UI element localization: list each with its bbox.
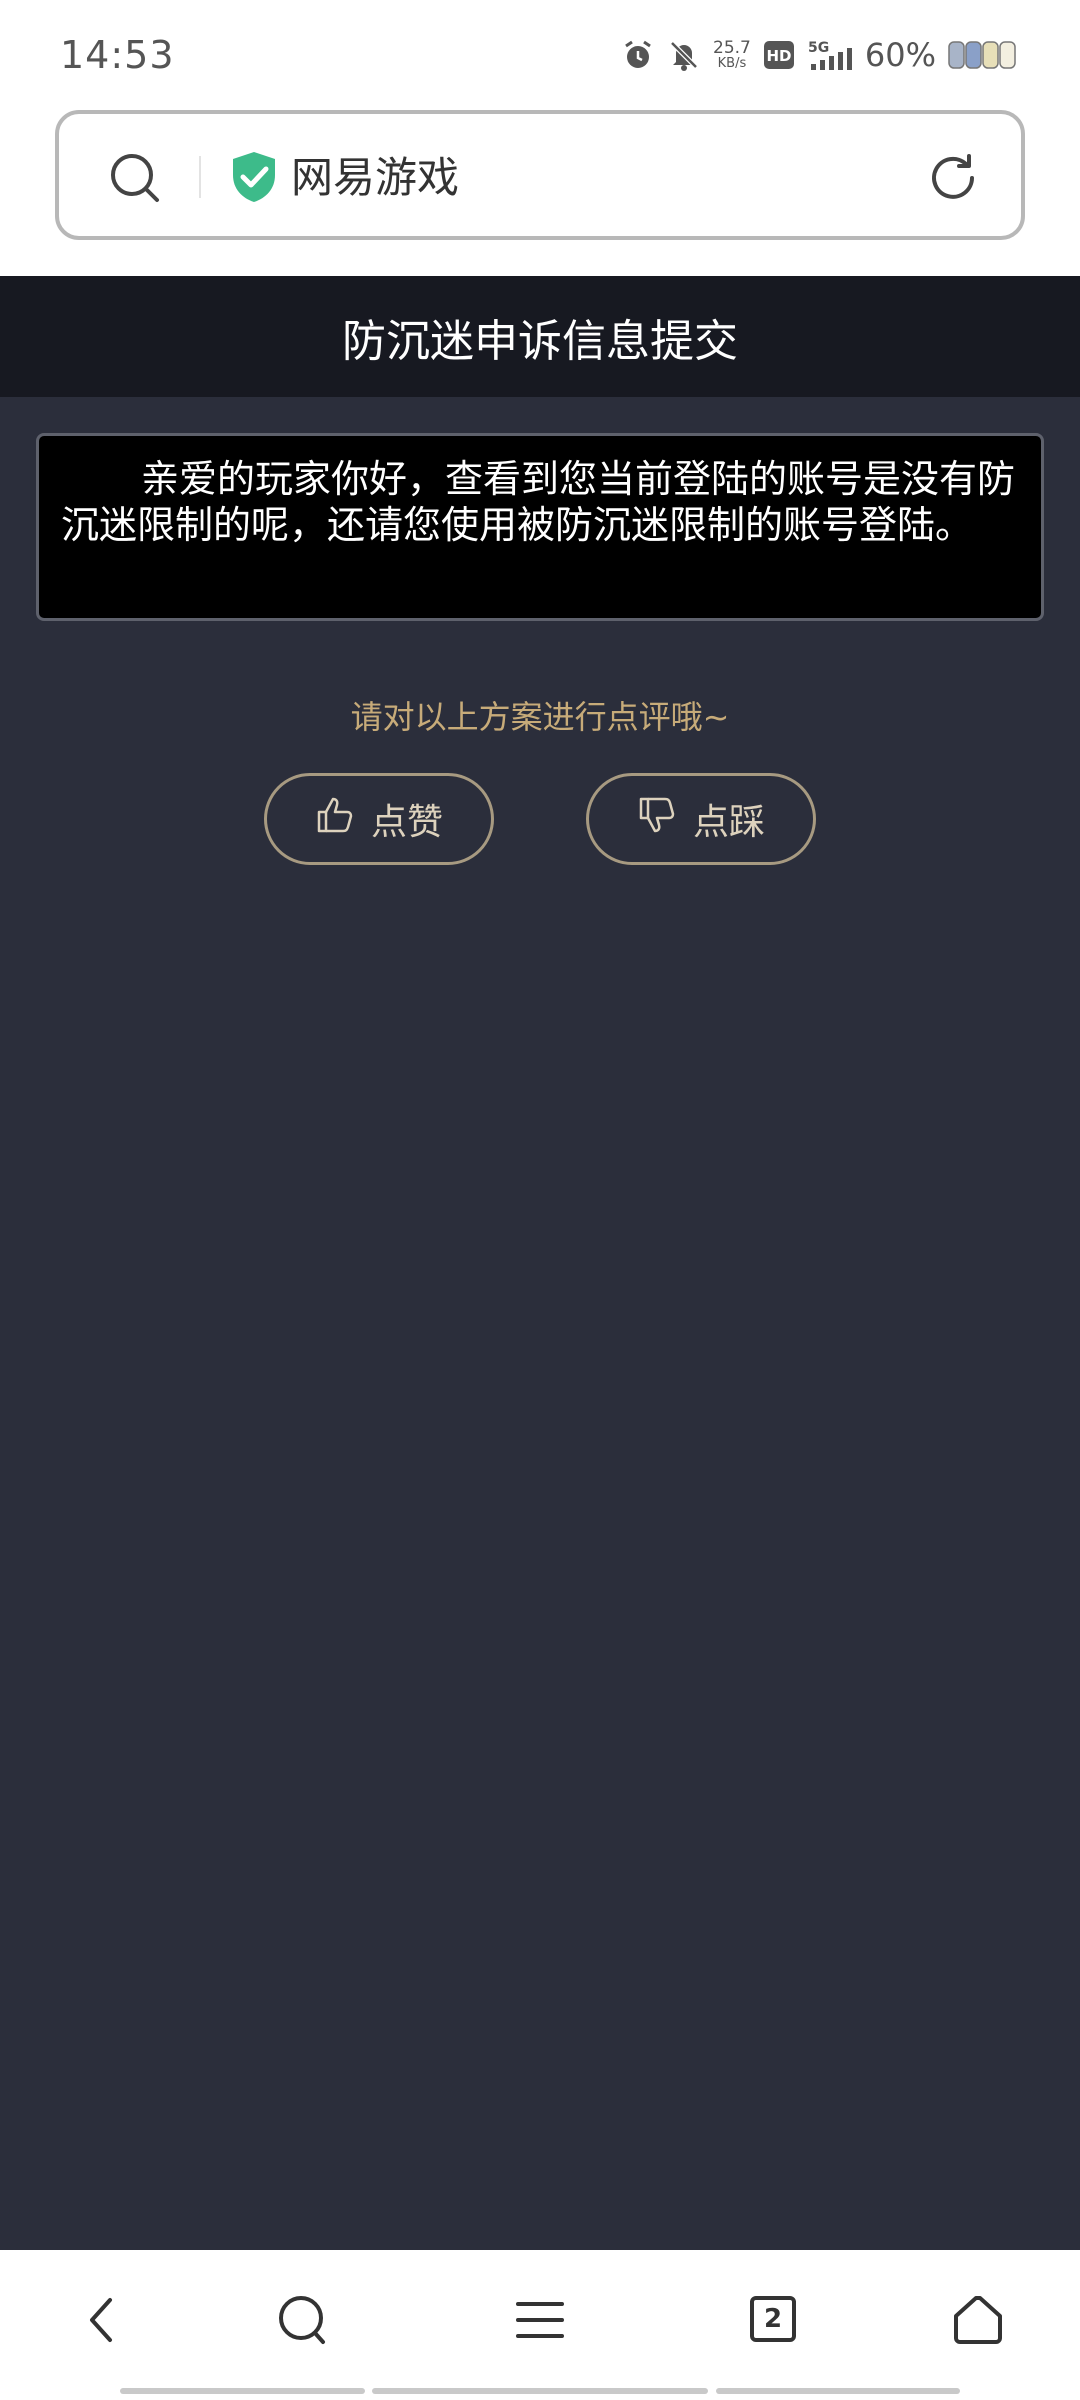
page-title-bar: 防沉迷申诉信息提交 (0, 276, 1080, 397)
dislike-button[interactable]: 点踩 (586, 773, 816, 865)
notice-message: 亲爱的玩家你好，查看到您当前登陆的账号是没有防沉迷限制的呢，还请您使用被防沉迷限… (36, 433, 1044, 621)
tabs-icon[interactable]: 2 (750, 2296, 796, 2342)
battery-icon (948, 39, 1020, 71)
bottom-nav: 2 (0, 2250, 1080, 2400)
tab-count: 2 (750, 2296, 796, 2342)
battery-percent: 60% (864, 36, 936, 74)
url-divider (199, 156, 201, 198)
thumbs-down-icon (637, 795, 677, 844)
signal-icon: 5G (807, 38, 853, 72)
verified-shield-icon (229, 150, 279, 208)
search-icon[interactable] (107, 150, 163, 210)
thumbs-up-icon (315, 795, 355, 844)
search-nav-icon[interactable] (275, 2292, 331, 2352)
page-indicator-2 (372, 2388, 708, 2394)
net-speed: 25.7 KB/s (713, 38, 751, 71)
page-indicator-3 (716, 2388, 960, 2394)
back-icon[interactable] (78, 2292, 128, 2352)
svg-text:HD: HD (766, 47, 791, 65)
hd-icon: HD (763, 40, 795, 70)
page-title: 防沉迷申诉信息提交 (342, 315, 738, 367)
status-bar: 14:53 25.7 KB/s HD 5G 60% (0, 0, 1080, 110)
url-bar[interactable]: 网易游戏 (55, 110, 1025, 240)
menu-icon[interactable] (512, 2292, 568, 2352)
alarm-icon (621, 38, 655, 72)
dislike-label: 点踩 (692, 802, 765, 843)
like-label: 点赞 (370, 802, 443, 843)
home-icon[interactable] (950, 2292, 1006, 2352)
like-button[interactable]: 点赞 (264, 773, 494, 865)
rate-prompt: 请对以上方案进行点评哦~ (350, 698, 730, 736)
url-bar-area: 网易游戏 (0, 110, 1080, 276)
status-time: 14:53 (60, 33, 175, 77)
main-content: 亲爱的玩家你好，查看到您当前登陆的账号是没有防沉迷限制的呢，还请您使用被防沉迷限… (0, 397, 1080, 2250)
reload-icon[interactable] (925, 150, 981, 210)
status-icons: 25.7 KB/s HD 5G 60% (621, 36, 1020, 74)
site-name[interactable]: 网易游戏 (291, 144, 459, 205)
mute-bell-icon (667, 38, 701, 72)
svg-text:5G: 5G (808, 40, 829, 56)
page-indicator-1 (120, 2388, 365, 2394)
